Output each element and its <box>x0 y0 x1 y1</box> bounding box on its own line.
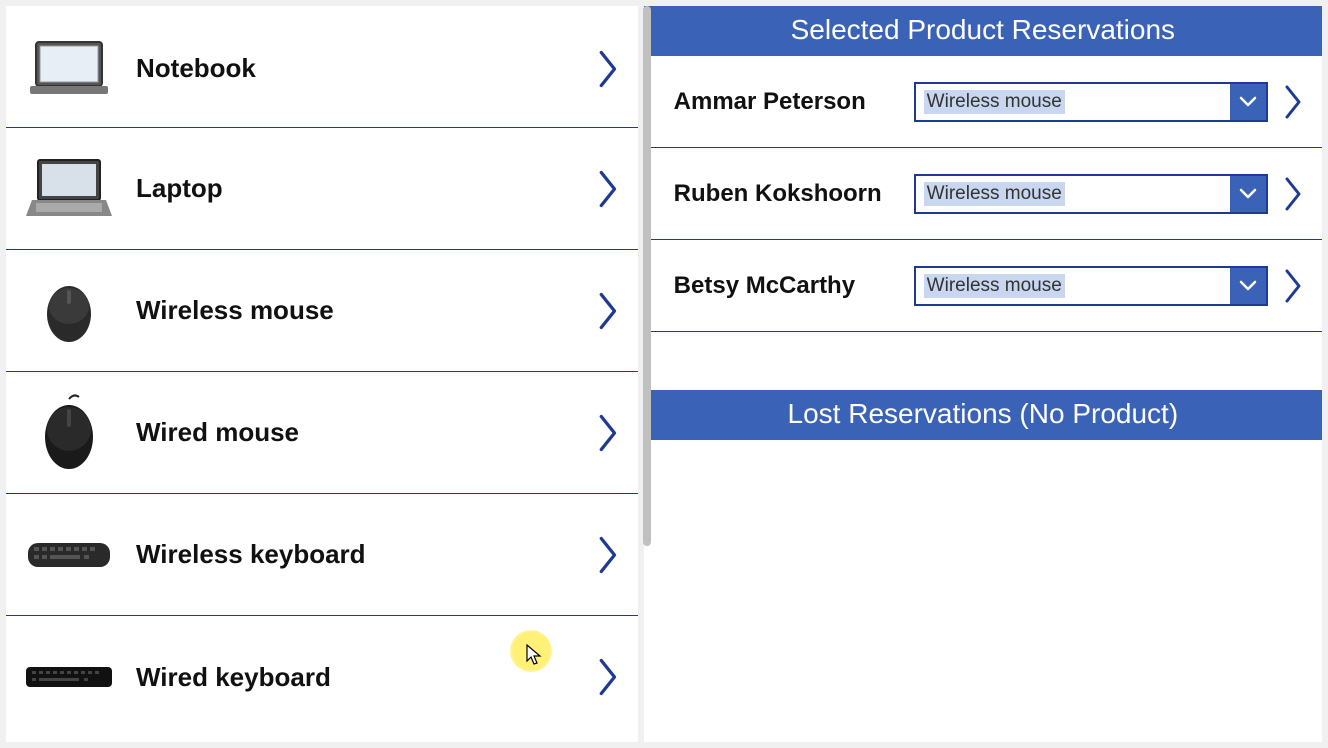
chevron-right-icon <box>598 49 620 89</box>
chevron-down-icon <box>1230 176 1266 212</box>
mouse-icon <box>24 271 114 351</box>
dropdown-value: Wireless mouse <box>916 176 1230 212</box>
selected-reservations-header: Selected Product Reservations <box>644 6 1322 56</box>
chevron-right-icon <box>598 535 620 575</box>
chevron-down-icon <box>1230 84 1266 120</box>
chevron-right-icon <box>598 291 620 331</box>
product-row-laptop[interactable]: Laptop <box>6 128 638 250</box>
product-row-wireless-mouse[interactable]: Wireless mouse <box>6 250 638 372</box>
reservations-panel: Selected Product Reservations Ammar Pete… <box>644 6 1322 742</box>
reservation-name: Ammar Peterson <box>674 88 914 116</box>
chevron-right-icon <box>598 657 620 697</box>
dropdown-value: Wireless mouse <box>916 84 1230 120</box>
laptop-icon <box>24 149 114 229</box>
dropdown-value: Wireless mouse <box>916 268 1230 304</box>
reservation-row: Ammar Peterson Wireless mouse <box>644 56 1322 148</box>
chevron-right-icon[interactable] <box>1284 84 1304 120</box>
product-label: Laptop <box>114 173 598 204</box>
product-label: Notebook <box>114 53 598 84</box>
chevron-right-icon <box>598 413 620 453</box>
product-label: Wireless mouse <box>114 295 598 326</box>
product-row-wireless-keyboard[interactable]: Wireless keyboard <box>6 494 638 616</box>
product-dropdown[interactable]: Wireless mouse <box>914 82 1268 122</box>
chevron-right-icon[interactable] <box>1284 176 1304 212</box>
product-label: Wireless keyboard <box>114 539 598 570</box>
keyboard-icon <box>24 515 114 595</box>
reservation-row: Betsy McCarthy Wireless mouse <box>644 240 1322 332</box>
chevron-right-icon <box>598 169 620 209</box>
product-label: Wired keyboard <box>114 662 598 693</box>
product-list: Notebook Laptop Wireless mouse <box>6 6 638 742</box>
lost-reservations-header: Lost Reservations (No Product) <box>644 390 1322 440</box>
product-label: Wired mouse <box>114 417 598 448</box>
chevron-right-icon[interactable] <box>1284 268 1304 304</box>
product-dropdown[interactable]: Wireless mouse <box>914 174 1268 214</box>
keyboard-dark-icon <box>24 637 114 717</box>
product-dropdown[interactable]: Wireless mouse <box>914 266 1268 306</box>
reservation-name: Betsy McCarthy <box>674 272 914 300</box>
notebook-icon <box>24 29 114 109</box>
product-row-wired-mouse[interactable]: Wired mouse <box>6 372 638 494</box>
scrollbar[interactable] <box>643 6 651 546</box>
product-row-notebook[interactable]: Notebook <box>6 6 638 128</box>
wired-mouse-icon <box>24 393 114 473</box>
product-row-wired-keyboard[interactable]: Wired keyboard <box>6 616 638 738</box>
reservation-row: Ruben Kokshoorn Wireless mouse <box>644 148 1322 240</box>
reservation-name: Ruben Kokshoorn <box>674 180 914 208</box>
chevron-down-icon <box>1230 268 1266 304</box>
